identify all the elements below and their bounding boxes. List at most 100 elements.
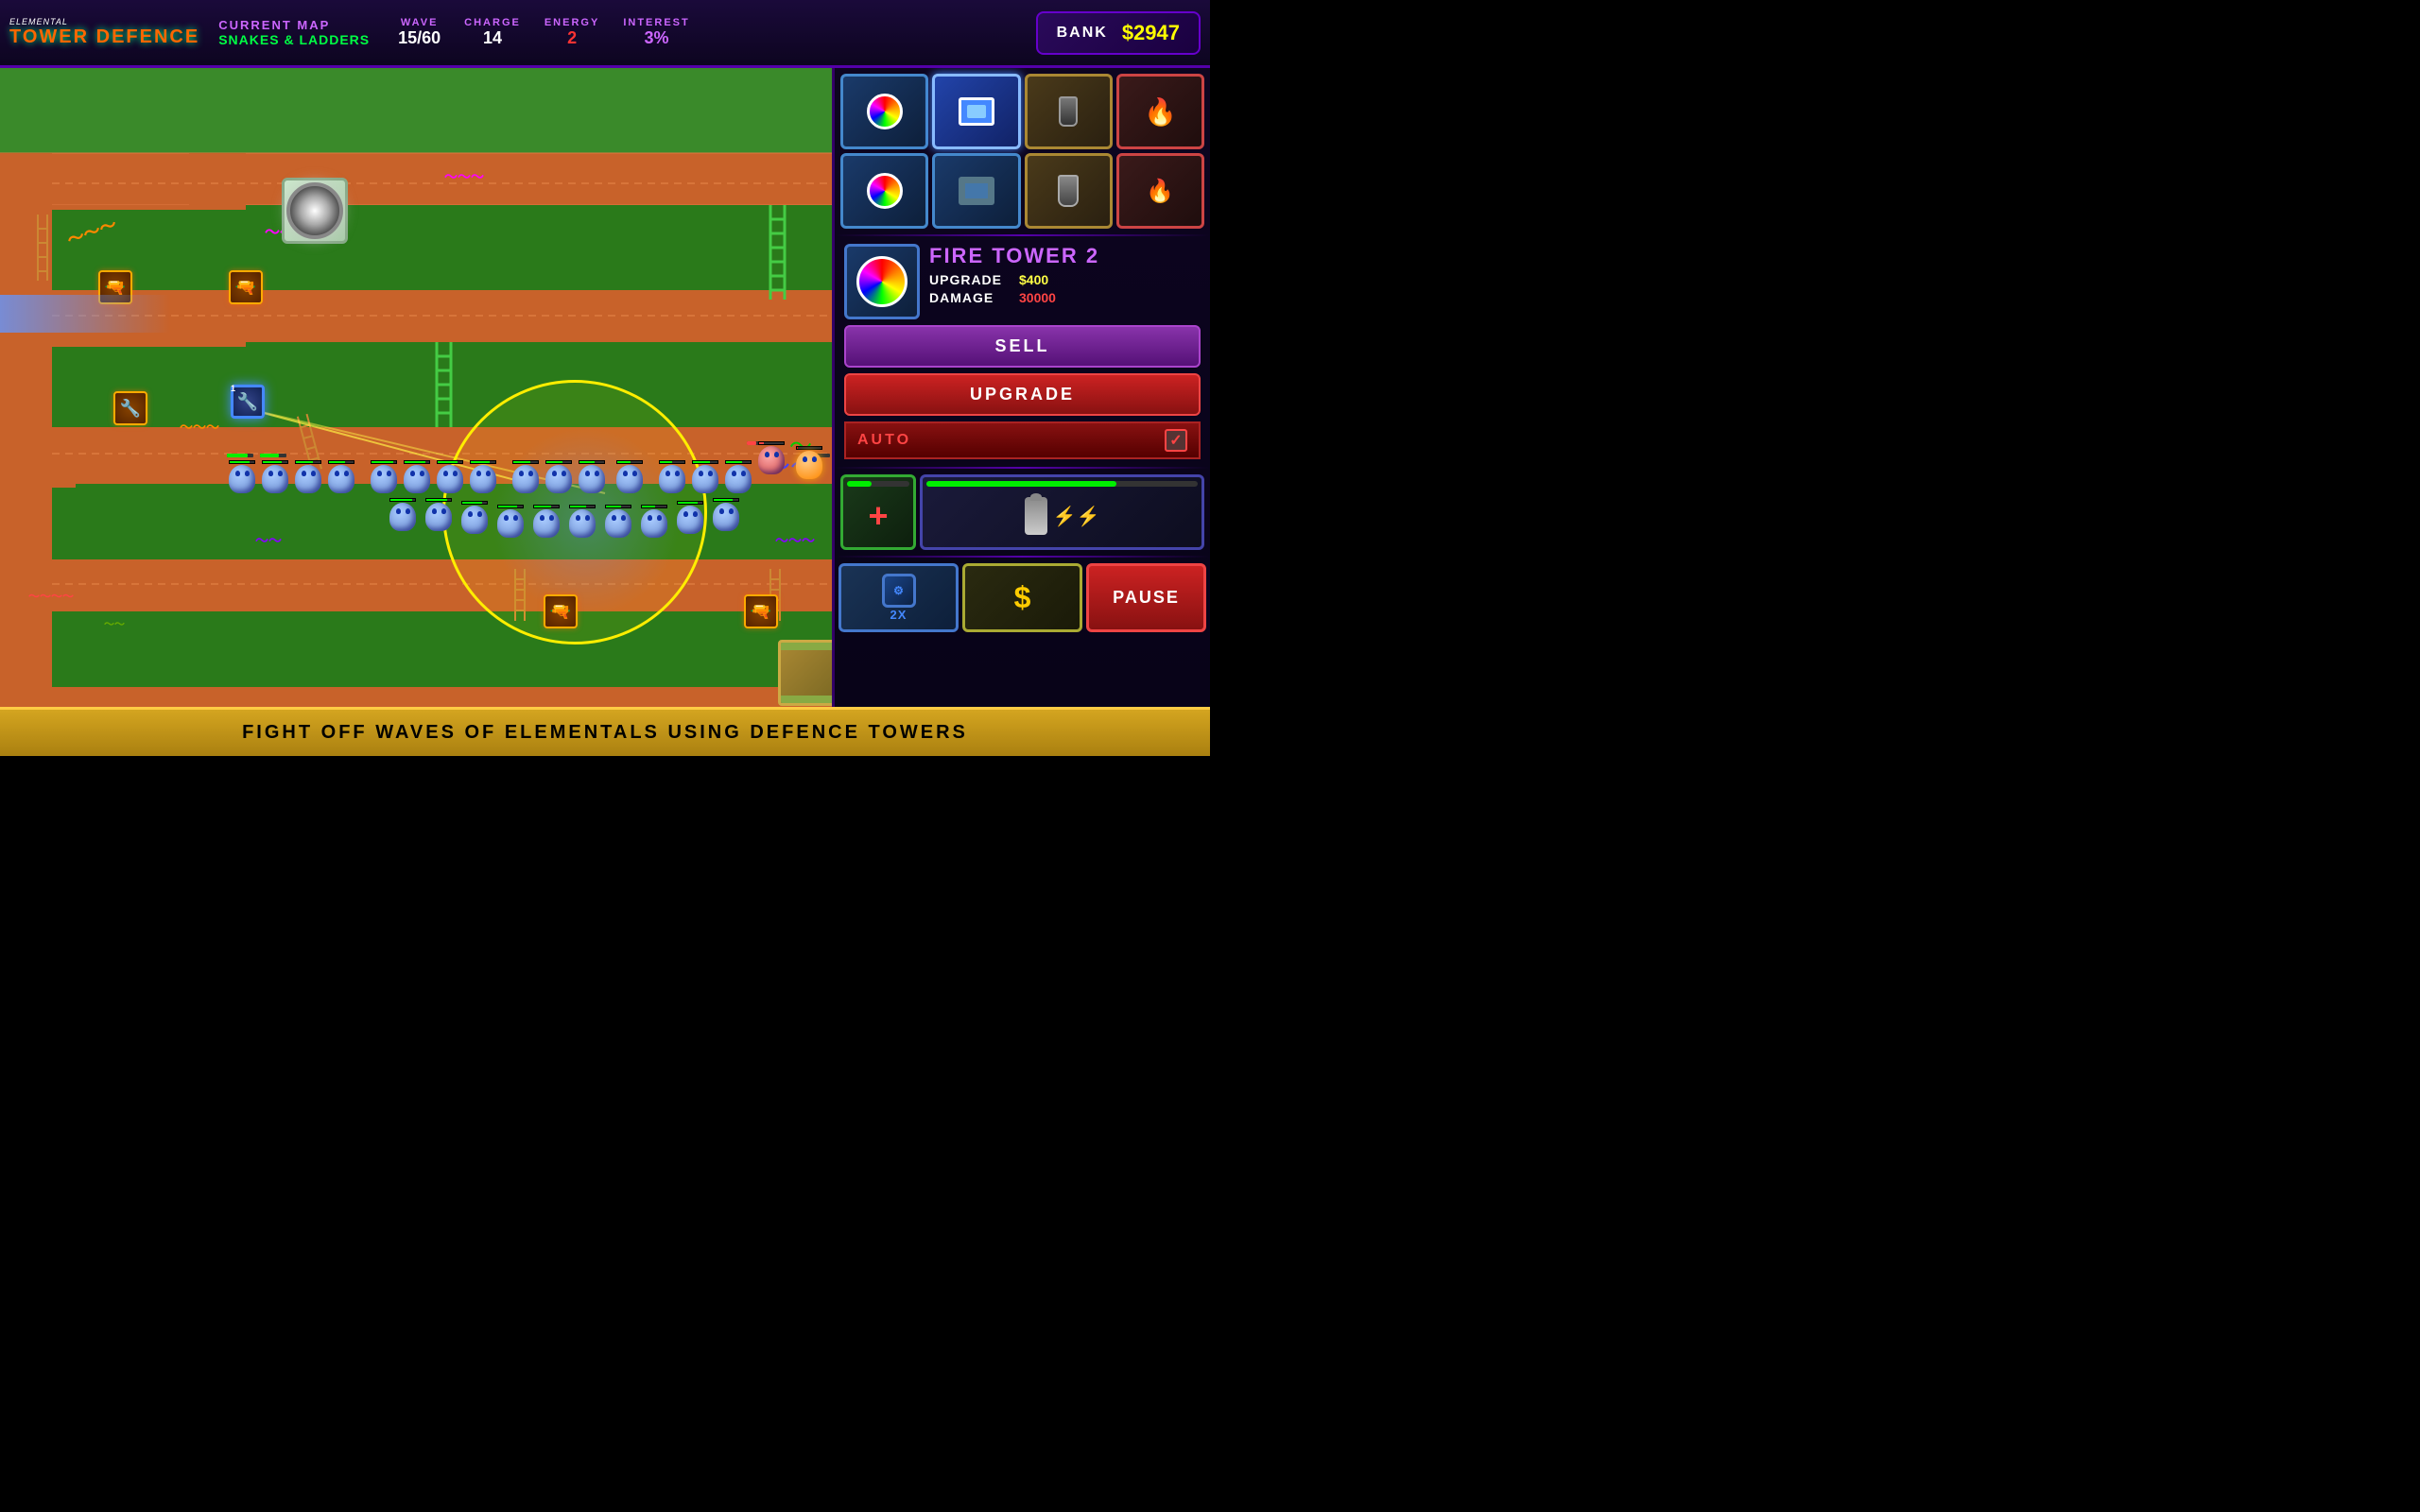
map-crate	[778, 640, 832, 706]
lightning-tower-icon	[1025, 497, 1047, 535]
map-tower-4-selected[interactable]: 1 🔧	[229, 383, 267, 421]
tower-card-1-icon	[867, 94, 903, 129]
enemy-7	[435, 460, 465, 494]
enemy-3	[293, 460, 323, 494]
enemy-14	[690, 460, 720, 494]
lightning-tower-content: ⚡⚡	[1025, 497, 1100, 535]
charge-value: 14	[483, 28, 502, 48]
snake-deco-8: 〜〜〜〜	[28, 588, 74, 604]
crate-health-top	[781, 643, 832, 650]
charge-label: CHARGE	[464, 17, 521, 28]
logo-top-text: ELEMENTAL	[9, 17, 199, 26]
tower-grid-bottom: 🔥	[835, 151, 1210, 232]
selected-tower-info: FIRE TOWER 2 UPGRADE $400 DAMAGE 30000	[835, 238, 1210, 325]
money-button[interactable]: $	[962, 563, 1082, 632]
tower-card-6[interactable]	[932, 153, 1020, 229]
money-icon: $	[1014, 580, 1031, 615]
bank-area: BANK $2947	[1036, 11, 1201, 55]
logo-word2: DEFENCE	[96, 26, 200, 47]
auto-check-box[interactable]: ✓	[1165, 429, 1187, 452]
enemy-5	[369, 460, 399, 494]
map-label: CURRENT MAP	[218, 18, 370, 32]
enemy-r2-5	[531, 505, 562, 539]
map-tower-6[interactable]: 🔫	[742, 593, 780, 630]
damage-label: DAMAGE	[929, 290, 1010, 305]
top-bar: ELEMENTAL TOWER DEFENCE CURRENT MAP SNAK…	[0, 0, 1210, 68]
health-icon: +	[868, 496, 888, 536]
interest-stat: INTEREST 3%	[623, 17, 689, 48]
tower-card-4[interactable]: 🔥	[1116, 74, 1204, 149]
special-towers-row: + ⚡⚡	[835, 471, 1210, 554]
tower-card-2-selected[interactable]	[932, 74, 1020, 149]
enemy-r2-2	[424, 498, 454, 532]
selected-tower-icon-inner	[856, 256, 908, 307]
wave-label: WAVE	[401, 17, 439, 28]
lightning-tower[interactable]: ⚡⚡	[920, 474, 1204, 550]
main-area: 〜〜〜 〜〜 〜〜〜 〜〜〜 〜〜〜 〜〜 〜〜〜 〜〜〜〜 〜〜 〜〜〜〜	[0, 68, 1210, 707]
bank-amount: $2947	[1122, 21, 1180, 45]
pause-button[interactable]: PAUSE	[1086, 563, 1206, 632]
map-tower-3-base: 🔧	[113, 391, 147, 425]
enemy-r2-9	[675, 501, 705, 535]
enemy-right-1	[756, 441, 786, 475]
divider-1	[835, 234, 1210, 236]
map-tower-1[interactable]: 🔫	[96, 268, 134, 306]
snake-deco-7: 〜〜〜	[775, 531, 815, 550]
enemy-4	[326, 460, 356, 494]
damage-value: 30000	[1019, 290, 1056, 305]
map-tower-1-base: 🔫	[98, 270, 132, 304]
enemy-r2-1	[388, 498, 418, 532]
enemy-r2-3	[459, 501, 490, 535]
tower-card-8[interactable]: 🔥	[1116, 153, 1204, 229]
tower-card-5[interactable]	[840, 153, 928, 229]
bottom-panel: ⚙ 2X $ PAUSE	[835, 559, 1210, 636]
enemy-right-2	[794, 446, 824, 480]
game-map[interactable]: 〜〜〜 〜〜 〜〜〜 〜〜〜 〜〜〜 〜〜 〜〜〜 〜〜〜〜 〜〜 〜〜〜〜	[0, 68, 832, 707]
tower-card-1[interactable]	[840, 74, 928, 149]
divider-3	[835, 556, 1210, 558]
enemy-6	[402, 460, 432, 494]
auto-toggle[interactable]: AUTO ✓	[844, 421, 1201, 459]
enemy-r2-6	[567, 505, 597, 539]
upgrade-cost-row: UPGRADE $400	[929, 272, 1201, 287]
map-tower-2[interactable]: 🔫	[227, 268, 265, 306]
health-tower[interactable]: +	[840, 474, 916, 550]
wave-stat: WAVE 15/60	[398, 17, 441, 48]
enemy-9	[510, 460, 541, 494]
damage-row: DAMAGE 30000	[929, 290, 1201, 305]
map-tower-5[interactable]: 🔫	[542, 593, 579, 630]
message-bar: FIGHT OFF WAVES OF ELEMENTALS USING DEFE…	[0, 707, 1210, 756]
enemy-2	[260, 460, 290, 494]
speed-button[interactable]: ⚙ 2X	[838, 563, 959, 632]
lightning-tower-fill	[926, 481, 1116, 487]
upgrade-button[interactable]: UPGRADE	[844, 373, 1201, 416]
speed-content: ⚙ 2X	[882, 574, 916, 622]
selected-tower-row: FIRE TOWER 2 UPGRADE $400 DAMAGE 30000	[844, 244, 1201, 319]
enemy-8	[468, 460, 498, 494]
enemy-1-health-bar	[229, 460, 255, 464]
health-tower-fill	[847, 481, 872, 487]
lightning-icon: ⚡⚡	[1053, 505, 1100, 528]
tower-card-7-icon	[1058, 175, 1079, 207]
wave-value: 15/60	[398, 28, 441, 48]
map-tower-3[interactable]: 🔧	[112, 389, 149, 427]
crate-health-bot	[781, 696, 832, 703]
tower-card-7[interactable]	[1025, 153, 1113, 229]
upgrade-cost-label: UPGRADE	[929, 272, 1010, 287]
tower-grid-top: 🔥	[835, 68, 1210, 151]
enemy-r2-10	[711, 498, 741, 532]
action-buttons: SELL UPGRADE AUTO ✓	[835, 325, 1210, 465]
entry-beam	[0, 295, 170, 333]
selected-tower-icon	[844, 244, 920, 319]
health-tower-bar	[847, 481, 909, 487]
enemy-r2-7	[603, 505, 633, 539]
sell-button[interactable]: SELL	[844, 325, 1201, 368]
enemy-r2-8	[639, 505, 669, 539]
snake-deco-3: 〜〜〜	[444, 167, 484, 186]
tower-card-3[interactable]	[1025, 74, 1113, 149]
logo-main-text: TOWER DEFENCE	[9, 26, 199, 48]
pause-label: PAUSE	[1113, 588, 1180, 608]
enemy-11	[577, 460, 607, 494]
right-panel: 🔥 🔥	[832, 68, 1210, 707]
tower-card-8-icon: 🔥	[1146, 178, 1174, 205]
